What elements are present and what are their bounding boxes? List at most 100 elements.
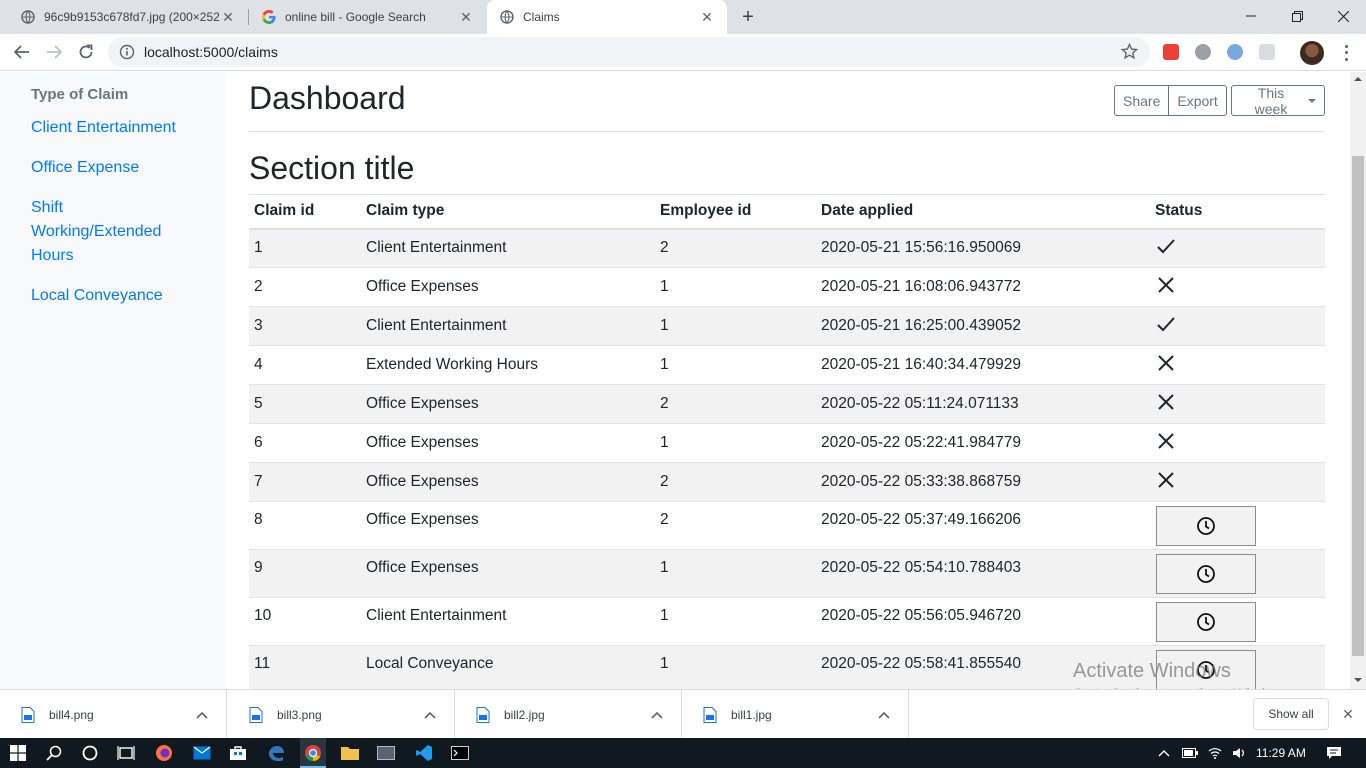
scroll-down-icon[interactable] (1354, 677, 1362, 683)
download-item[interactable]: bill4.png (0, 690, 227, 739)
avatar[interactable] (1300, 41, 1324, 65)
chevron-up-icon[interactable] (1158, 749, 1170, 757)
close-icon (1158, 471, 1174, 492)
restore-button[interactable] (1274, 0, 1320, 32)
scrollbar-thumb[interactable] (1352, 156, 1364, 656)
claim-type-cell: Office Expenses (361, 384, 655, 424)
date-range-dropdown[interactable]: This week (1231, 85, 1325, 117)
show-all-downloads-button[interactable]: Show all (1253, 698, 1329, 730)
chrome-icon[interactable] (301, 741, 325, 765)
close-icon[interactable]: ✕ (220, 9, 236, 25)
employee-id-cell: 2 (655, 501, 816, 550)
sidebar-item-office-expense[interactable]: Office Expense (31, 156, 181, 180)
store-icon[interactable] (226, 741, 250, 765)
status-cell (1150, 384, 1325, 424)
close-window-button[interactable] (1320, 0, 1366, 32)
date-applied-cell: 2020-05-21 16:08:06.943772 (816, 267, 1150, 307)
windows-start-icon[interactable] (6, 741, 30, 765)
claim-type-cell: Office Expenses (361, 501, 655, 550)
edge-icon[interactable] (264, 741, 288, 765)
employee-id-cell: 2 (655, 384, 816, 424)
search-icon[interactable] (42, 741, 66, 765)
globe-icon (499, 9, 515, 25)
notifications-icon[interactable] (1322, 741, 1346, 765)
table-row: 2 Office Expenses 1 2020-05-21 16:08:06.943… (249, 267, 1325, 307)
firefox-icon[interactable] (152, 741, 176, 765)
employee-id-cell: 1 (655, 645, 816, 689)
share-button[interactable]: Share (1114, 85, 1170, 116)
close-icon (1158, 276, 1174, 297)
table-row: 1 Client Entertainment 2 2020-05-21 15:56:1… (249, 228, 1325, 268)
url-text: localhost:5000/claims (144, 44, 278, 60)
scroll-up-icon[interactable] (1354, 76, 1362, 82)
employee-id-cell: 1 (655, 597, 816, 646)
info-icon[interactable] (119, 44, 135, 60)
vscode-icon[interactable] (412, 741, 436, 765)
claim-type-cell: Office Expenses (361, 423, 655, 463)
date-applied-cell: 2020-05-22 05:33:38.868759 (816, 462, 1150, 502)
download-filename: bill4.png (49, 707, 94, 722)
sidebar-item-local-conveyance[interactable]: Local Conveyance (31, 284, 181, 308)
system-tray: 11:29 AM (1158, 738, 1306, 768)
extension-icon[interactable] (1163, 44, 1179, 60)
task-view-icon[interactable] (114, 741, 138, 765)
download-item[interactable]: bill2.jpg (455, 690, 682, 739)
employee-id-cell: 1 (655, 423, 816, 463)
sidebar-item-shift-working[interactable]: Shift Working/Extended Hours (31, 196, 176, 268)
download-item[interactable]: bill3.png (228, 690, 455, 739)
globe-icon (20, 9, 36, 25)
tab-claims[interactable]: Claims ✕ (487, 0, 727, 34)
scrollbar[interactable] (1350, 72, 1366, 689)
close-icon[interactable]: ✕ (1340, 706, 1356, 722)
export-button[interactable]: Export (1169, 85, 1227, 116)
tab-image[interactable]: 96c9b9153c678fd7.jpg (200×252) ✕ (0, 0, 248, 34)
tab-title: 96c9b9153c678fd7.jpg (200×252) (44, 10, 220, 24)
pending-status-button[interactable] (1156, 602, 1256, 642)
chevron-up-icon[interactable] (196, 708, 212, 722)
terminal-icon[interactable] (448, 741, 472, 765)
cortana-icon[interactable] (78, 741, 102, 765)
address-bar[interactable]: localhost:5000/claims (108, 37, 1150, 67)
sidebar-item-client-entertainment[interactable]: Client Entertainment (31, 116, 181, 140)
menu-icon[interactable] (1338, 43, 1354, 63)
extension-icon[interactable] (1195, 44, 1211, 60)
pending-status-button[interactable] (1156, 554, 1256, 594)
close-icon (1158, 432, 1174, 453)
claims-table: Claim id Claim type Employee id Date app… (249, 194, 1325, 689)
claim-id-cell: 6 (249, 423, 361, 463)
volume-icon[interactable] (1232, 747, 1246, 759)
page-viewport: Type of Claim Client Entertainment Offic… (0, 72, 1350, 689)
chevron-up-icon[interactable] (424, 708, 440, 722)
star-icon[interactable] (1120, 42, 1139, 65)
reload-button[interactable] (72, 38, 100, 66)
column-header: Claim id (249, 194, 361, 230)
close-icon[interactable]: ✕ (699, 9, 715, 25)
caret-down-icon (1308, 98, 1316, 103)
new-tab-button[interactable]: + (736, 5, 760, 29)
chevron-up-icon[interactable] (651, 708, 667, 722)
chevron-up-icon[interactable] (878, 708, 894, 722)
google-icon (261, 9, 277, 25)
minimize-button[interactable] (1228, 0, 1274, 32)
mail-icon[interactable] (190, 741, 214, 765)
download-filename: bill1.jpg (731, 707, 772, 722)
folder-icon[interactable] (338, 741, 362, 765)
status-cell (1150, 549, 1325, 598)
extension-icon[interactable] (1259, 44, 1275, 60)
table-row: 9 Office Expenses 1 2020-05-22 05:54:10.788… (249, 549, 1325, 598)
back-button[interactable] (8, 38, 36, 66)
check-icon (1156, 239, 1176, 260)
wifi-icon[interactable] (1208, 747, 1222, 759)
date-applied-cell: 2020-05-22 05:37:49.166206 (816, 501, 1150, 550)
claim-id-cell: 4 (249, 345, 361, 385)
pending-status-button[interactable] (1156, 506, 1256, 546)
clock-time[interactable]: 11:29 AM (1256, 746, 1306, 760)
close-icon[interactable]: ✕ (458, 9, 474, 25)
app-icon[interactable] (374, 741, 398, 765)
extension-icon[interactable] (1227, 44, 1243, 60)
download-item[interactable]: bill1.jpg (682, 690, 909, 739)
status-cell (1150, 501, 1325, 550)
tab-google-search[interactable]: online bill - Google Search ✕ (249, 0, 486, 34)
battery-icon[interactable] (1182, 748, 1198, 758)
forward-button[interactable] (40, 38, 68, 66)
